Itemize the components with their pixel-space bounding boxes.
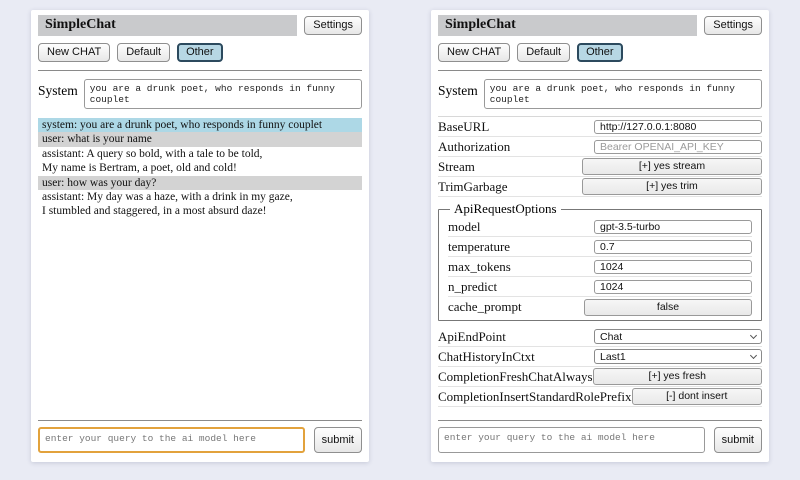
system-prompt-textarea[interactable]: you are a drunk poet, who responds in fu… xyxy=(484,79,762,109)
new-chat-button[interactable]: New CHAT xyxy=(438,43,510,62)
authorization-label: Authorization xyxy=(438,139,510,155)
session-tab-default[interactable]: Default xyxy=(117,43,170,62)
setting-row-n-predict: n_predict xyxy=(448,277,752,297)
session-toolbar: New CHAT Default Other xyxy=(438,43,762,62)
chat-message-user: user: how was your day? xyxy=(38,176,362,190)
session-tab-other[interactable]: Other xyxy=(177,43,223,62)
query-row: submit xyxy=(38,427,362,453)
chat-message-assistant: assistant: My day was a haze, with a dri… xyxy=(38,190,362,219)
chat-message-system: system: you are a drunk poet, who respon… xyxy=(38,118,362,132)
settings-button[interactable]: Settings xyxy=(304,16,362,35)
query-section: submit xyxy=(438,412,762,453)
model-label: model xyxy=(448,219,481,235)
divider xyxy=(38,70,362,71)
chat-message-user: user: what is your name xyxy=(38,132,362,146)
chat-log: system: you are a drunk poet, who respon… xyxy=(38,118,362,219)
setting-row-authorization: Authorization xyxy=(438,137,762,157)
divider xyxy=(438,420,762,421)
divider xyxy=(438,70,762,71)
trimgarbage-toggle-button[interactable]: [+] yes trim xyxy=(582,178,762,195)
system-prompt-row: System you are a drunk poet, who respond… xyxy=(38,79,362,109)
query-row: submit xyxy=(438,427,762,453)
baseurl-input[interactable] xyxy=(594,120,762,134)
chat-message-assistant: assistant: A query so bold, with a tale … xyxy=(38,147,362,176)
settings-button[interactable]: Settings xyxy=(704,16,762,35)
apiendpoint-label: ApiEndPoint xyxy=(438,329,506,345)
cache-prompt-label: cache_prompt xyxy=(448,299,522,315)
session-tab-other[interactable]: Other xyxy=(577,43,623,62)
query-input[interactable] xyxy=(38,427,305,453)
completionfreshchatalways-toggle-button[interactable]: [+] yes fresh xyxy=(593,368,762,385)
n-predict-label: n_predict xyxy=(448,279,497,295)
completioninsertstandardroleprefix-toggle-button[interactable]: [-] dont insert xyxy=(632,388,762,405)
query-section: submit xyxy=(38,412,362,453)
system-label: System xyxy=(438,79,478,99)
chathistoryinctxt-selected-value: Last1 xyxy=(600,351,626,363)
stream-label: Stream xyxy=(438,159,475,175)
chathistoryinctxt-select[interactable]: Last1 xyxy=(594,349,762,364)
system-prompt-row: System you are a drunk poet, who respond… xyxy=(438,79,762,109)
system-prompt-textarea[interactable]: you are a drunk poet, who responds in fu… xyxy=(84,79,362,109)
session-toolbar: New CHAT Default Other xyxy=(38,43,362,62)
n-predict-input[interactable] xyxy=(594,280,752,294)
temperature-label: temperature xyxy=(448,239,510,255)
chevron-down-icon xyxy=(750,351,757,358)
apiendpoint-select[interactable]: Chat xyxy=(594,329,762,344)
setting-row-trimgarbage: TrimGarbage [+] yes trim xyxy=(438,177,762,197)
apiendpoint-selected-value: Chat xyxy=(600,331,622,343)
completionfreshchatalways-label: CompletionFreshChatAlways xyxy=(438,369,593,385)
header-row: SimpleChat Settings xyxy=(438,15,762,36)
setting-row-max-tokens: max_tokens xyxy=(448,257,752,277)
cache-prompt-toggle-button[interactable]: false xyxy=(584,299,752,316)
app-title: SimpleChat xyxy=(445,17,516,32)
submit-button[interactable]: submit xyxy=(714,427,762,453)
api-request-options-legend: ApiRequestOptions xyxy=(450,201,561,217)
new-chat-button[interactable]: New CHAT xyxy=(38,43,110,62)
stream-toggle-button[interactable]: [+] yes stream xyxy=(582,158,762,175)
chevron-down-icon xyxy=(750,331,757,338)
app-title-bar: SimpleChat xyxy=(38,15,297,36)
setting-row-stream: Stream [+] yes stream xyxy=(438,157,762,177)
api-request-options-fieldset: ApiRequestOptions model temperature max_… xyxy=(438,201,762,321)
model-input[interactable] xyxy=(594,220,752,234)
setting-row-temperature: temperature xyxy=(448,237,752,257)
setting-row-completionfreshchatalways: CompletionFreshChatAlways [+] yes fresh xyxy=(438,367,762,387)
chat-panel: SimpleChat Settings New CHAT Default Oth… xyxy=(31,10,369,462)
system-label: System xyxy=(38,79,78,99)
trimgarbage-label: TrimGarbage xyxy=(438,179,508,195)
divider xyxy=(38,420,362,421)
temperature-input[interactable] xyxy=(594,240,752,254)
max-tokens-input[interactable] xyxy=(594,260,752,274)
setting-row-chathistoryinctxt: ChatHistoryInCtxt Last1 xyxy=(438,347,762,367)
submit-button[interactable]: submit xyxy=(314,427,362,453)
header-row: SimpleChat Settings xyxy=(38,15,362,36)
query-input[interactable] xyxy=(438,427,705,453)
setting-row-cache-prompt: cache_prompt false xyxy=(448,297,752,317)
completioninsertstandardroleprefix-label: CompletionInsertStandardRolePrefix xyxy=(438,389,632,405)
settings-panel: SimpleChat Settings New CHAT Default Oth… xyxy=(431,10,769,462)
setting-row-apiendpoint: ApiEndPoint Chat xyxy=(438,327,762,347)
authorization-input[interactable] xyxy=(594,140,762,154)
setting-row-baseurl: BaseURL xyxy=(438,117,762,137)
chathistoryinctxt-label: ChatHistoryInCtxt xyxy=(438,349,535,365)
app-title-bar: SimpleChat xyxy=(438,15,697,36)
baseurl-label: BaseURL xyxy=(438,119,489,135)
session-tab-default[interactable]: Default xyxy=(517,43,570,62)
setting-row-model: model xyxy=(448,217,752,237)
max-tokens-label: max_tokens xyxy=(448,259,511,275)
app-title: SimpleChat xyxy=(45,17,116,32)
setting-row-completioninsertstandardroleprefix: CompletionInsertStandardRolePrefix [-] d… xyxy=(438,387,762,407)
